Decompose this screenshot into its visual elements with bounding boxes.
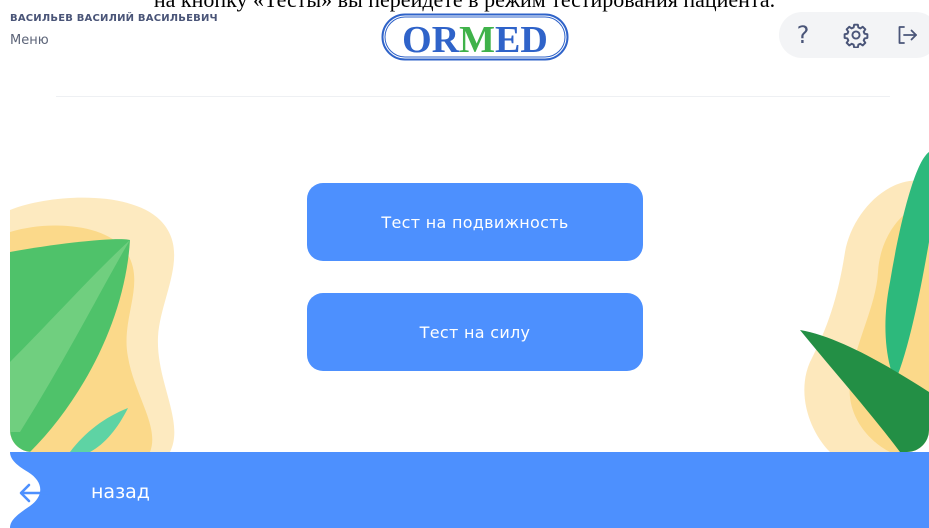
logout-button[interactable] [887, 12, 927, 58]
settings-icon [843, 23, 869, 48]
mobility-test-button[interactable]: Тест на подвижность [307, 183, 643, 261]
back-button[interactable]: назад [91, 481, 150, 503]
logo-text: ORMED [402, 19, 548, 61]
menu-link[interactable]: Меню [10, 33, 218, 48]
back-arrow-icon[interactable] [18, 482, 50, 504]
toolbar: ? [779, 12, 929, 58]
main-panel: Тест на подвижность Тест на силу [10, 132, 929, 452]
ormed-logo: ORMED [381, 13, 569, 61]
help-icon: ? [796, 21, 810, 49]
footer-bar: назад [0, 452, 929, 528]
user-name: ВАСИЛЬЕВ ВАСИЛИЙ ВАСИЛЬЕВИЧ [10, 13, 218, 24]
decorative-background [10, 152, 929, 452]
help-button[interactable]: ? [783, 12, 823, 58]
user-info: ВАСИЛЬЕВ ВАСИЛИЙ ВАСИЛЬЕВИЧ Меню [10, 13, 218, 48]
strength-test-button[interactable]: Тест на силу [307, 293, 643, 371]
header-divider [56, 96, 890, 97]
logout-icon [898, 26, 917, 44]
settings-button[interactable] [836, 12, 876, 58]
